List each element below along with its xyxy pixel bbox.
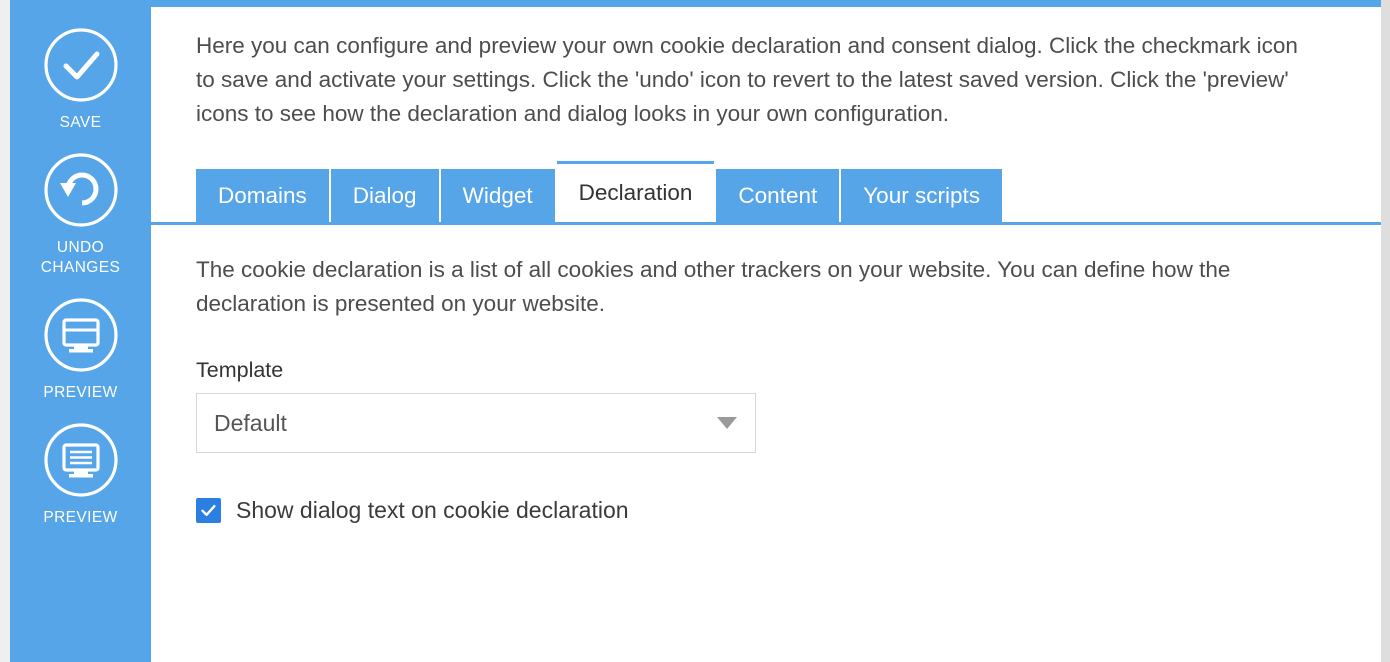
action-sidebar: SAVE UNDO CHANGES xyxy=(10,0,151,662)
sidebar-item-preview-declaration[interactable]: PREVIEW xyxy=(10,417,151,528)
tab-domains[interactable]: Domains xyxy=(196,169,331,222)
left-gutter xyxy=(0,0,10,662)
template-label: Template xyxy=(196,358,1381,383)
undo-circle-icon xyxy=(38,147,124,233)
main-content: Here you can configure and preview your … xyxy=(151,7,1381,662)
template-select[interactable]: Default xyxy=(196,393,756,453)
app-root: SAVE UNDO CHANGES xyxy=(0,0,1390,662)
show-dialog-text-checkbox-label: Show dialog text on cookie declaration xyxy=(236,497,629,524)
tab-bar-underline xyxy=(151,222,1381,225)
right-scroll-gutter[interactable] xyxy=(1381,0,1390,662)
tab-widget[interactable]: Widget xyxy=(441,169,557,222)
check-circle-icon xyxy=(38,22,124,108)
monitor-declaration-preview-icon xyxy=(38,417,124,503)
tab-bar: Domains Dialog Widget Declaration Conten… xyxy=(196,161,1002,222)
main-panel: Here you can configure and preview your … xyxy=(151,0,1381,662)
tab-content[interactable]: Content xyxy=(716,169,841,222)
sidebar-item-preview-declaration-label: PREVIEW xyxy=(43,508,117,528)
sidebar-item-save[interactable]: SAVE xyxy=(10,22,151,133)
checkmark-icon xyxy=(199,501,218,520)
intro-paragraph: Here you can configure and preview your … xyxy=(196,29,1321,131)
show-dialog-text-checkbox[interactable] xyxy=(196,498,221,523)
tab-bar-region: Domains Dialog Widget Declaration Conten… xyxy=(196,161,1381,225)
declaration-description: The cookie declaration is a list of all … xyxy=(196,253,1331,321)
undo-label-line2: CHANGES xyxy=(41,259,120,276)
undo-label-line1: UNDO xyxy=(57,239,104,256)
sidebar-item-undo-changes-label: UNDO CHANGES xyxy=(41,238,120,278)
top-accent-bar xyxy=(151,0,1381,7)
sidebar-item-undo-changes[interactable]: UNDO CHANGES xyxy=(10,147,151,278)
chevron-down-icon xyxy=(717,417,737,429)
monitor-dialog-preview-icon xyxy=(38,292,124,378)
tab-declaration[interactable]: Declaration xyxy=(557,161,715,222)
sidebar-item-preview-dialog-label: PREVIEW xyxy=(43,383,117,403)
show-dialog-text-checkbox-row[interactable]: Show dialog text on cookie declaration xyxy=(196,497,629,524)
sidebar-item-save-label: SAVE xyxy=(60,113,102,133)
tab-your-scripts[interactable]: Your scripts xyxy=(841,169,1002,222)
tab-dialog[interactable]: Dialog xyxy=(331,169,441,222)
template-select-value: Default xyxy=(214,410,287,437)
sidebar-item-preview-dialog[interactable]: PREVIEW xyxy=(10,292,151,403)
